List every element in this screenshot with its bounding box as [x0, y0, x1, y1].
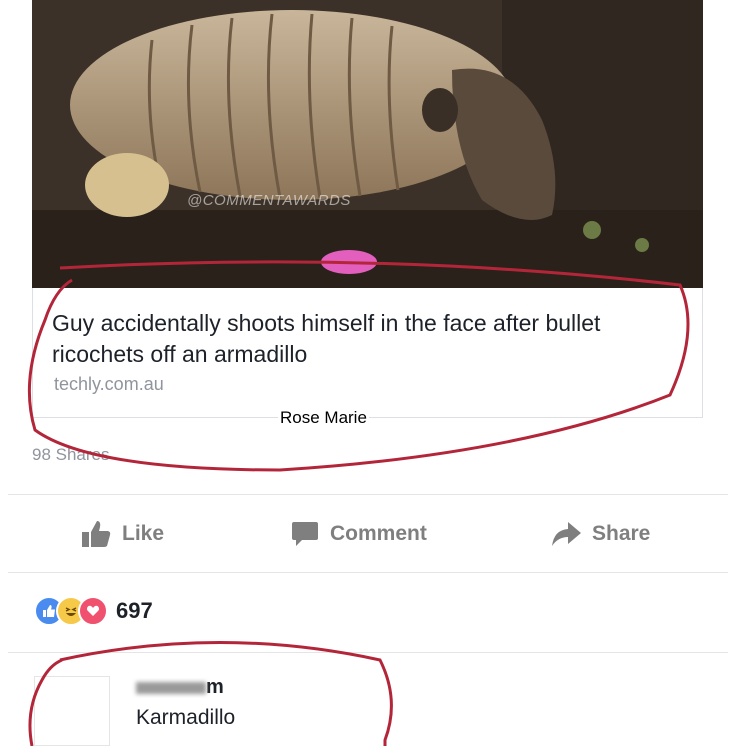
armadillo-photo	[32, 0, 703, 288]
photo-watermark: @COMMENTAWARDS	[187, 192, 351, 209]
post-photo[interactable]: @COMMENTAWARDS	[32, 0, 703, 288]
comment-label: Comment	[330, 522, 427, 545]
thumbs-up-icon	[82, 521, 111, 547]
share-button[interactable]: Share	[550, 518, 650, 550]
like-button[interactable]: Like	[80, 518, 164, 550]
comment-text: Karmadillo	[136, 706, 236, 729]
reaction-count: 697	[116, 598, 153, 623]
commenter-name-visible: m	[206, 676, 224, 698]
commenter-avatar[interactable]	[34, 676, 110, 746]
redacted-name-block	[136, 681, 206, 694]
commenter-name[interactable]: m	[136, 676, 224, 699]
reactions-summary[interactable]: 697	[34, 596, 153, 626]
share-label: Share	[592, 522, 651, 545]
share-arrow-icon	[552, 522, 581, 546]
divider	[8, 572, 728, 573]
like-label: Like	[122, 522, 165, 545]
overlay-caption: Rose Marie	[278, 408, 369, 428]
love-reaction-icon	[78, 596, 108, 626]
comment-button[interactable]: Comment	[290, 518, 427, 550]
comment-icon	[292, 522, 318, 546]
link-domain: techly.com.au	[54, 374, 164, 394]
divider	[8, 494, 728, 495]
shares-count[interactable]: 98 Shares	[32, 445, 110, 465]
link-headline[interactable]: Guy accidentally shoots himself in the f…	[52, 308, 692, 370]
divider	[8, 652, 728, 653]
